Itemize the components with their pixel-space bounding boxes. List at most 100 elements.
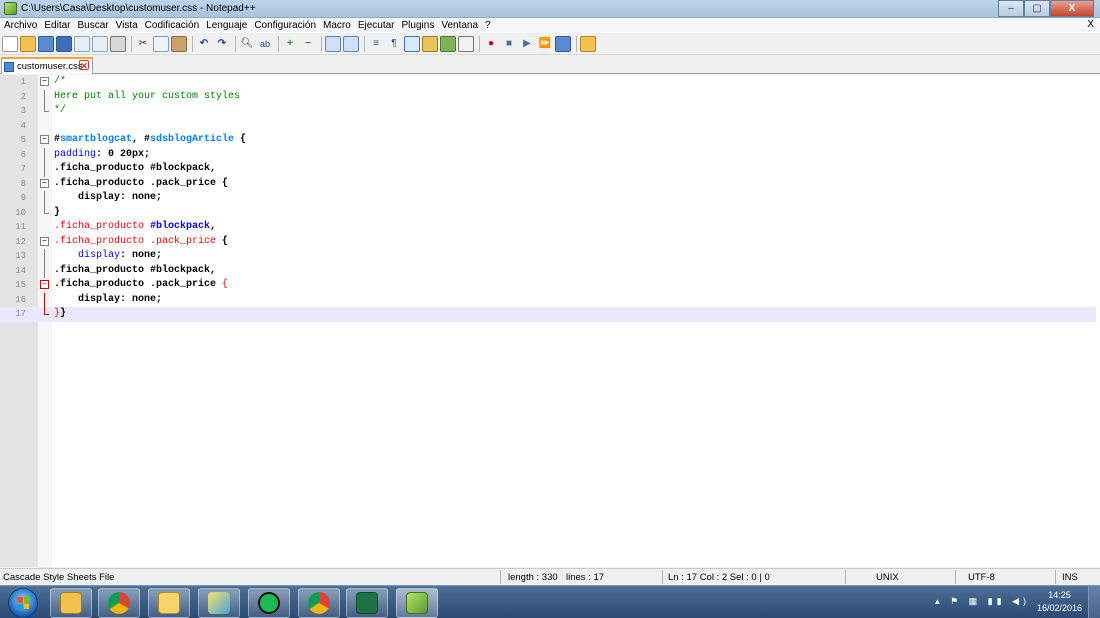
code-line[interactable]: 14 .ficha_producto #blockpack,: [0, 263, 1100, 278]
sync-vertical-icon[interactable]: [325, 35, 341, 52]
code-token: display: [78, 250, 121, 261]
close-all-icon[interactable]: [92, 35, 108, 52]
line-number: 5: [20, 135, 26, 145]
menu-ventana[interactable]: Ventana: [441, 20, 478, 31]
redo-icon[interactable]: ↷: [214, 36, 230, 52]
code-line[interactable]: 12 − .ficha_producto .pack_price {: [0, 235, 1100, 250]
start-button[interactable]: [8, 588, 38, 618]
taskbar-explorer[interactable]: [50, 588, 92, 618]
menu-lenguaje[interactable]: Lenguaje: [206, 20, 247, 31]
zoom-in-icon[interactable]: +: [282, 36, 298, 52]
zoom-out-icon[interactable]: −: [300, 36, 316, 52]
status-mode[interactable]: INS: [1062, 572, 1078, 583]
word-wrap-icon[interactable]: ≡: [368, 36, 384, 52]
menu-vista[interactable]: Vista: [116, 20, 138, 31]
notepad-plus-plus-icon: [4, 2, 17, 15]
title-bar: C:\Users\Casa\Desktop\customuser.css - N…: [0, 0, 1100, 18]
save-icon[interactable]: [38, 35, 54, 52]
close-window-button[interactable]: X: [1050, 0, 1094, 17]
code-line[interactable]: 3 */: [0, 104, 1100, 119]
minimize-button[interactable]: –: [998, 0, 1024, 17]
code-line[interactable]: 13 display: none;: [0, 249, 1100, 264]
maximize-button[interactable]: ▢: [1024, 0, 1050, 17]
play-macro-icon[interactable]: ▶: [519, 36, 535, 52]
clock[interactable]: 14:25 16/02/2016: [1037, 589, 1082, 615]
sync-horizontal-icon[interactable]: [343, 35, 359, 52]
menu-ejecutar[interactable]: Ejecutar: [358, 20, 395, 31]
menu-archivo[interactable]: Archivo: [4, 20, 37, 31]
fold-collapse-icon[interactable]: −: [40, 77, 49, 86]
run-macro-multiple-icon[interactable]: ⏩: [537, 36, 553, 52]
new-file-icon[interactable]: [2, 35, 18, 52]
menu-editar[interactable]: Editar: [44, 20, 70, 31]
close-tab-icon[interactable]: ✕: [79, 60, 89, 71]
taskbar-outlook[interactable]: [148, 588, 190, 618]
taskbar-spotify[interactable]: [248, 588, 290, 618]
save-all-icon[interactable]: [56, 35, 72, 52]
open-file-icon[interactable]: [20, 35, 36, 52]
folder-workspace-icon[interactable]: [458, 35, 474, 52]
close-icon[interactable]: [74, 35, 90, 52]
code-line[interactable]: 10 }: [0, 205, 1100, 221]
code-line[interactable]: 4: [0, 119, 1100, 134]
menu-macro[interactable]: Macro: [323, 20, 351, 31]
tab-customuser-css[interactable]: customuser.css ✕: [1, 57, 93, 74]
status-encoding[interactable]: UTF-8: [968, 572, 995, 583]
taskbar-pen-tool[interactable]: [198, 588, 240, 618]
code-line[interactable]: 8 − .ficha_producto .pack_price {: [0, 177, 1100, 192]
stop-record-icon[interactable]: ■: [501, 36, 517, 52]
code-editor[interactable]: 1 − /* 2 Here put all your custom styles…: [0, 75, 1100, 567]
fold-collapse-icon[interactable]: −: [40, 280, 49, 289]
menu-codificacion[interactable]: Codificación: [145, 20, 199, 31]
system-tray[interactable]: ▴ ⚑ ▦ ▮▮ ◀): [935, 596, 1030, 607]
tab-bar: customuser.css ✕: [0, 56, 1100, 74]
taskbar-notepad-plus-plus[interactable]: [396, 588, 438, 618]
function-list-icon[interactable]: [440, 35, 456, 52]
status-eol[interactable]: UNIX: [876, 572, 899, 583]
toolbar: ✂ ↶ ↷ 🔍︎ ab + − ≡ ¶ ● ■ ▶ ⏩: [0, 33, 1100, 55]
menu-help[interactable]: ?: [485, 20, 491, 31]
show-desktop-button[interactable]: [1088, 586, 1100, 618]
taskbar-chrome[interactable]: [98, 588, 140, 618]
taskbar-chrome-2[interactable]: [298, 588, 340, 618]
cut-icon[interactable]: ✂: [135, 36, 151, 52]
code-line[interactable]: 7 .ficha_producto #blockpack,: [0, 162, 1100, 177]
menu-configuracion[interactable]: Configuración: [254, 20, 316, 31]
document-map-icon[interactable]: [422, 35, 438, 52]
print-icon[interactable]: [110, 35, 126, 52]
show-all-characters-icon[interactable]: ¶: [386, 36, 402, 52]
record-macro-icon[interactable]: ●: [483, 36, 499, 52]
fold-collapse-icon[interactable]: −: [40, 178, 49, 188]
code-token: sdsblogArticle: [150, 134, 235, 145]
taskbar: ▴ ⚑ ▦ ▮▮ ◀) 14:25 16/02/2016: [0, 585, 1100, 618]
current-code-line[interactable]: 17 }}: [0, 307, 1096, 322]
code-line[interactable]: 1 − /*: [0, 75, 1100, 90]
code-line[interactable]: 11 .ficha_producto #blockpack,: [0, 220, 1100, 235]
menu-plugins[interactable]: Plugins: [402, 20, 435, 31]
line-number: 11: [15, 222, 26, 232]
find-icon[interactable]: 🔍︎: [239, 36, 255, 52]
indent-guide-icon[interactable]: [404, 35, 420, 52]
paste-icon[interactable]: [171, 35, 187, 52]
code-line[interactable]: 2 Here put all your custom styles: [0, 89, 1100, 104]
menu-buscar[interactable]: Buscar: [77, 20, 108, 31]
code-line[interactable]: 9 display: none;: [0, 191, 1100, 206]
close-document-button[interactable]: X: [1087, 19, 1094, 30]
code-line[interactable]: 6 padding: 0 20px;: [0, 147, 1100, 162]
taskbar-excel[interactable]: [346, 588, 388, 618]
fold-end: [44, 104, 49, 112]
code-line[interactable]: 16 display: none;: [0, 292, 1100, 307]
save-macro-icon[interactable]: [555, 35, 571, 52]
fold-collapse-icon[interactable]: −: [40, 236, 49, 246]
copy-icon[interactable]: [153, 35, 169, 52]
replace-icon[interactable]: ab: [257, 36, 273, 52]
spell-check-icon[interactable]: [580, 35, 596, 52]
fold-line: [44, 147, 45, 162]
folder-icon: [60, 592, 82, 614]
fold-collapse-icon[interactable]: −: [40, 135, 49, 144]
undo-icon[interactable]: ↶: [196, 36, 212, 52]
code-token: {: [234, 134, 247, 145]
code-line[interactable]: 15 − .ficha_producto .pack_price {: [0, 278, 1100, 293]
code-line[interactable]: 5 − #smartblogcat, #sdsblogArticle {: [0, 133, 1100, 148]
code-token: ,: [210, 221, 217, 232]
